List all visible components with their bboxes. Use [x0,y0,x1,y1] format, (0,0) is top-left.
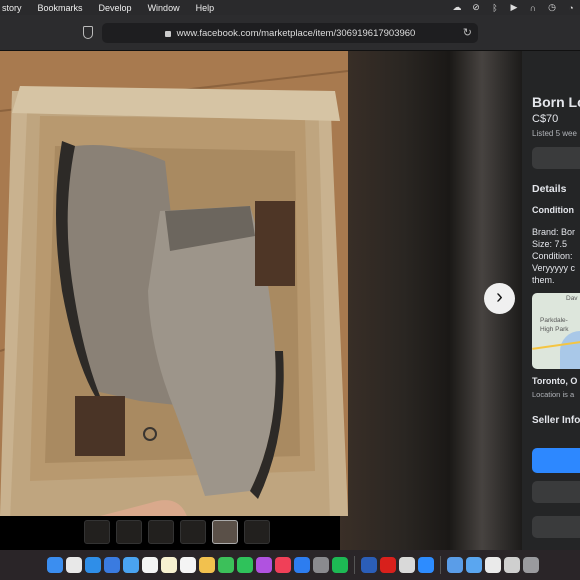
menu-develop[interactable]: Develop [91,3,140,13]
calendar-icon[interactable] [142,557,158,573]
app-store-icon[interactable] [294,557,310,573]
listed-time: Listed 5 wee [532,129,577,138]
appstore-like-icon[interactable] [104,557,120,573]
thumbnail-6[interactable] [244,520,270,544]
dock-separator [440,556,441,574]
play-icon[interactable]: ▶ [509,2,519,13]
thumbnail-3[interactable] [148,520,174,544]
document-icon[interactable] [485,557,501,573]
primary-action-button[interactable] [532,448,580,473]
dock [0,550,580,580]
next-photo-button[interactable]: › [484,283,515,314]
secondary-action-button[interactable] [532,481,580,503]
location-note: Location is a [532,390,575,399]
timemachine-icon[interactable]: ◷ [547,2,557,13]
location-name: Toronto, O [532,376,578,386]
folder-icon[interactable] [466,557,482,573]
dock-separator [354,556,355,574]
mail-icon[interactable] [123,557,139,573]
description-line: them. [532,275,555,285]
menu-items: story Bookmarks Develop Window Help [0,3,222,13]
finder-icon[interactable] [47,557,63,573]
browser-toolbar: www.facebook.com/marketplace/item/306919… [0,15,580,51]
bluetooth-icon[interactable]: ᛒ [490,3,500,13]
url-text: www.facebook.com/marketplace/item/306919… [176,27,416,39]
chrome-icon[interactable] [66,557,82,573]
marketplace-page: › Born Lo C$70 Listed 5 wee Details Cond… [0,51,580,550]
thumbnail-2[interactable] [116,520,142,544]
map-label: Dav [566,295,578,302]
menu-help[interactable]: Help [188,3,223,13]
acrobat-icon[interactable] [380,557,396,573]
map-label: Parkdale- [540,317,568,324]
menu-bar: story Bookmarks Develop Window Help ☁ ⊘ … [0,0,580,15]
condition-heading: Condition [532,205,574,215]
privacy-shield-icon[interactable] [83,26,93,39]
menu-window[interactable]: Window [140,3,188,13]
reload-icon[interactable]: ↻ [463,26,472,39]
boots-in-box-image [0,51,348,516]
downloads-icon[interactable] [447,557,463,573]
seller-info-heading: Seller Info [532,415,580,426]
document2-icon[interactable] [504,557,520,573]
status-icons: ☁ ⊘ ᛒ ▶ ∩ ◷ ◔ [452,0,576,15]
details-heading: Details [532,183,567,195]
word-icon[interactable] [361,557,377,573]
listing-price: C$70 [532,113,559,125]
description-line: Condition: [532,251,573,261]
message-seller-button[interactable] [532,147,580,169]
photo-viewer: › [0,51,522,550]
bell-icon[interactable]: ◔ [566,3,576,13]
music-icon[interactable] [275,557,291,573]
creative-cloud-icon[interactable]: ☁ [452,2,462,13]
thumbnail-1[interactable] [84,520,110,544]
listing-details-panel: Born Lo C$70 Listed 5 wee Details Condit… [522,51,580,550]
lake-shape [560,331,580,369]
listing-title: Born Lo [532,94,580,110]
reminders-icon[interactable] [180,557,196,573]
description-line: Size: 7.5 [532,239,568,249]
facetime-icon[interactable] [218,557,234,573]
trash-icon[interactable] [523,557,539,573]
settings-icon[interactable] [313,557,329,573]
listing-photo[interactable] [0,51,348,516]
description-line: Veryyyyy c [532,263,576,273]
headphones-icon[interactable]: ∩ [528,3,538,13]
tertiary-action-button[interactable] [532,516,580,538]
safari-icon[interactable] [85,557,101,573]
thumbnail-strip [84,520,270,544]
photos-icon[interactable] [199,557,215,573]
menu-history[interactable]: story [0,3,30,13]
spotify-icon[interactable] [332,557,348,573]
lock-icon [164,31,171,37]
notes-icon[interactable] [161,557,177,573]
whatsapp-icon[interactable] [237,557,253,573]
menu-bookmarks[interactable]: Bookmarks [30,3,91,13]
podcasts-icon[interactable] [256,557,272,573]
thumbnail-4[interactable] [180,520,206,544]
sync-icon[interactable]: ⊘ [471,2,481,13]
preview-icon[interactable] [399,557,415,573]
thumbnail-5[interactable] [212,520,238,544]
address-bar[interactable]: www.facebook.com/marketplace/item/306919… [102,23,478,43]
zoom-icon[interactable] [418,557,434,573]
location-map[interactable]: Dav Parkdale- High Park [532,293,580,369]
description-line: Brand: Bor [532,227,576,237]
map-label: High Park [540,326,569,333]
